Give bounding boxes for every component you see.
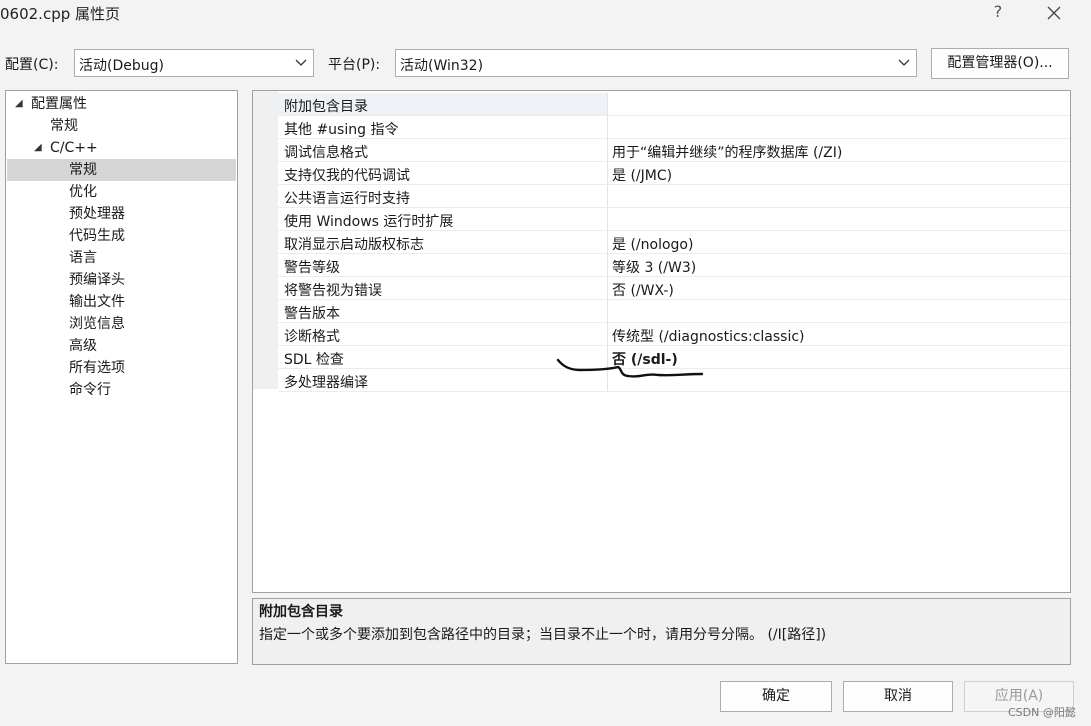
tree-item-browse-information[interactable]: 浏览信息 [6, 313, 237, 335]
column-divider [607, 231, 608, 253]
property-name: 支持仅我的代码调试 [284, 168, 410, 184]
tree-item-label: 语言 [69, 250, 97, 266]
column-divider [607, 208, 608, 230]
tree-item-preprocessor[interactable]: 预处理器 [6, 203, 237, 225]
property-row[interactable]: 支持仅我的代码调试 是 (/JMC) [278, 162, 1070, 185]
property-name: 警告等级 [284, 260, 340, 276]
property-name: 取消显示启动版权标志 [284, 237, 424, 253]
property-name: 其他 #using 指令 [284, 122, 399, 138]
tree-item-code-generation[interactable]: 代码生成 [6, 225, 237, 247]
tree-item-language[interactable]: 语言 [6, 247, 237, 269]
tree-item-label: 代码生成 [69, 228, 125, 244]
platform-value: 活动(Win32) [400, 58, 484, 74]
tree-item-optimization[interactable]: 优化 [6, 181, 237, 203]
tree-item-precompiled-headers[interactable]: 预编译头 [6, 269, 237, 291]
description-pane: 附加包含目录 指定一个或多个要添加到包含路径中的目录；当目录不止一个时，请用分号… [252, 598, 1071, 665]
property-value[interactable]: 用于“编辑并继续”的程序数据库 (/ZI) [612, 142, 842, 162]
window-title: 0602.cpp 属性页 [0, 5, 121, 23]
title-bar: 0602.cpp 属性页 ? [0, 0, 1091, 26]
property-row[interactable]: 使用 Windows 运行时扩展 [278, 208, 1070, 231]
property-row[interactable]: 其他 #using 指令 [278, 116, 1070, 139]
property-value[interactable]: 否 (/WX-) [612, 280, 674, 300]
tree-item-command-line[interactable]: 命令行 [6, 379, 237, 401]
underline-annotation [556, 358, 704, 378]
close-button[interactable] [1040, 0, 1068, 24]
property-name: 将警告视为错误 [284, 283, 382, 299]
tree-item-cpp[interactable]: ◢ C/C++ [6, 137, 237, 159]
description-text: 指定一个或多个要添加到包含路径中的目录；当目录不止一个时，请用分号分隔。 (/I… [259, 627, 827, 643]
config-dropdown[interactable]: 活动(Debug) [74, 49, 314, 77]
property-value[interactable]: 是 (/JMC) [612, 165, 672, 185]
property-name: 公共语言运行时支持 [284, 191, 410, 207]
ok-button[interactable]: 确定 [720, 681, 832, 712]
column-divider [607, 139, 608, 161]
tree-item-label: 常规 [69, 162, 97, 178]
tree-item-label: 预处理器 [69, 206, 125, 222]
property-grid: 附加包含目录 其他 #using 指令 调试信息格式 用于“编辑并继续”的程序数… [252, 90, 1071, 593]
tree-item-all-options[interactable]: 所有选项 [6, 357, 237, 379]
property-value[interactable]: 等级 3 (/W3) [612, 257, 696, 277]
grid-gutter [253, 91, 278, 389]
column-divider [607, 323, 608, 345]
platform-label: 平台(P): [328, 57, 381, 73]
description-title: 附加包含目录 [259, 604, 343, 620]
column-divider [607, 116, 608, 138]
property-row[interactable]: 诊断格式 传统型 (/diagnostics:classic) [278, 323, 1070, 346]
tree-item-label: 命令行 [69, 382, 111, 398]
column-divider [607, 162, 608, 184]
tree-item-label: 浏览信息 [69, 316, 125, 332]
config-value: 活动(Debug) [79, 58, 164, 74]
tree-item-label: 常规 [50, 118, 78, 134]
expand-triangle-icon[interactable]: ◢ [15, 93, 23, 115]
help-button[interactable]: ? [988, 2, 1008, 22]
column-divider [607, 254, 608, 276]
watermark-text: CSDN @阳懿 [1008, 706, 1076, 719]
tree-item-output-files[interactable]: 输出文件 [6, 291, 237, 313]
property-name: 调试信息格式 [284, 145, 368, 161]
tree-item-label: 配置属性 [31, 96, 87, 112]
tree-item-label: 优化 [69, 184, 97, 200]
column-divider [607, 185, 608, 207]
column-divider [607, 277, 608, 299]
property-name: 多处理器编译 [284, 375, 368, 391]
property-row[interactable]: 取消显示启动版权标志 是 (/nologo) [278, 231, 1070, 254]
property-row[interactable]: 调试信息格式 用于“编辑并继续”的程序数据库 (/ZI) [278, 139, 1070, 162]
expand-triangle-icon[interactable]: ◢ [34, 137, 42, 159]
config-label: 配置(C): [5, 57, 59, 73]
property-name: SDL 检查 [284, 352, 344, 368]
property-row[interactable]: 附加包含目录 [278, 93, 1070, 116]
tree-item-cpp-general[interactable]: 常规 [7, 159, 236, 181]
property-row[interactable]: 公共语言运行时支持 [278, 185, 1070, 208]
tree-item-label: C/C++ [50, 140, 98, 156]
tree-item-label: 所有选项 [69, 360, 125, 376]
property-row[interactable]: 警告等级 等级 3 (/W3) [278, 254, 1070, 277]
tree-item-general[interactable]: 常规 [6, 115, 237, 137]
property-row[interactable]: 警告版本 [278, 300, 1070, 323]
cancel-button[interactable]: 取消 [843, 681, 953, 712]
property-name: 警告版本 [284, 306, 340, 322]
platform-dropdown[interactable]: 活动(Win32) [395, 49, 917, 77]
property-row[interactable]: 将警告视为错误 否 (/WX-) [278, 277, 1070, 300]
chevron-down-icon [295, 59, 307, 66]
property-name: 附加包含目录 [284, 99, 368, 115]
chevron-down-icon [898, 59, 910, 66]
tree-item-label: 预编译头 [69, 272, 125, 288]
property-value[interactable]: 传统型 (/diagnostics:classic) [612, 326, 805, 346]
close-icon [1047, 6, 1061, 20]
configuration-manager-button[interactable]: 配置管理器(O)... [931, 48, 1069, 79]
column-divider [607, 93, 608, 115]
tree-item-config-properties[interactable]: ◢ 配置属性 [6, 93, 237, 115]
property-value[interactable]: 是 (/nologo) [612, 234, 693, 254]
tree-item-label: 输出文件 [69, 294, 125, 310]
column-divider [607, 300, 608, 322]
property-tree: ◢ 配置属性 常规 ◢ C/C++ 常规 优化 预处理器 代码生成 语言 预编译… [5, 90, 238, 664]
tree-item-label: 高级 [69, 338, 97, 354]
tree-item-advanced[interactable]: 高级 [6, 335, 237, 357]
property-name: 诊断格式 [284, 329, 340, 345]
property-name: 使用 Windows 运行时扩展 [284, 214, 454, 230]
